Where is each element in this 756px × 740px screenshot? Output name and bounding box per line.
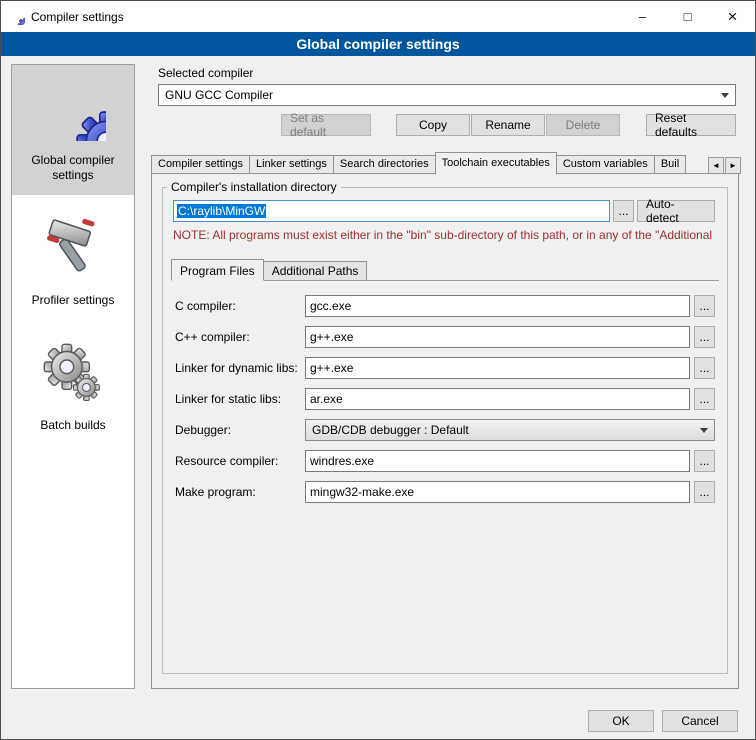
field-label: Debugger: (175, 423, 301, 437)
blue-gear-icon (40, 75, 106, 141)
c-compiler-input[interactable] (305, 295, 690, 317)
sidebar-item-profiler-settings[interactable]: Profiler settings (12, 205, 134, 320)
browse-cpp-compiler-button[interactable]: ... (694, 326, 715, 348)
debugger-value: GDB/CDB debugger : Default (312, 423, 694, 437)
installation-directory-group: Compiler's installation directory C:\ray… (162, 180, 728, 674)
compiler-settings-window: Compiler settings – □ × Global compiler … (0, 0, 756, 740)
browse-directory-button[interactable]: ... (613, 200, 634, 222)
note-text: NOTE: All programs must exist either in … (173, 228, 717, 242)
page-title: Global compiler settings (1, 32, 755, 56)
minimize-button[interactable]: – (620, 1, 665, 32)
delete-button[interactable]: Delete (546, 114, 620, 136)
tabs-region: Compiler settings Linker settings Search… (151, 152, 706, 174)
installation-directory-input[interactable]: C:\raylib\MinGW (173, 200, 610, 222)
tab-custom-variables[interactable]: Custom variables (556, 155, 655, 174)
sidebar-item-global-compiler-settings[interactable]: Global compiler settings (12, 65, 134, 195)
tab-search-directories[interactable]: Search directories (333, 155, 436, 174)
sidebar-item-label: Batch builds (40, 418, 105, 433)
field-label: Make program: (175, 485, 301, 499)
sidebar-item-label: Global compiler settings (15, 153, 131, 183)
main-panel: Selected compiler GNU GCC Compiler Set a… (146, 63, 746, 691)
browse-static-linker-button[interactable]: ... (694, 388, 715, 410)
selected-compiler-value: GNU GCC Compiler (165, 88, 715, 102)
group-label: Compiler's installation directory (167, 180, 341, 194)
browse-c-compiler-button[interactable]: ... (694, 295, 715, 317)
field-row-cpp-compiler: C++ compiler: ... (175, 326, 715, 348)
field-row-dynamic-linker: Linker for dynamic libs: ... (175, 357, 715, 379)
hammer-icon (40, 215, 106, 281)
settings-tabstrip: Compiler settings Linker settings Search… (151, 151, 741, 174)
tab-scroll-left-icon[interactable]: ◄ (708, 157, 724, 174)
static-linker-input[interactable] (305, 388, 690, 410)
selected-compiler-combo[interactable]: GNU GCC Compiler (158, 84, 736, 106)
cpp-compiler-input[interactable] (305, 326, 690, 348)
subtab-additional-paths[interactable]: Additional Paths (263, 261, 368, 280)
browse-make-program-button[interactable]: ... (694, 481, 715, 503)
selected-compiler-label: Selected compiler (158, 66, 253, 80)
window-title: Compiler settings (31, 10, 124, 24)
window-controls: – □ × (620, 1, 755, 32)
field-label: Linker for dynamic libs: (175, 361, 301, 375)
installation-directory-row: C:\raylib\MinGW ... Auto-detect (173, 200, 715, 222)
toolchain-executables-panel: Compiler's installation directory C:\ray… (151, 173, 739, 689)
field-row-make-program: Make program: ... (175, 481, 715, 503)
field-row-c-compiler: C compiler: ... (175, 295, 715, 317)
tab-linker-settings[interactable]: Linker settings (249, 155, 334, 174)
chevron-down-icon (721, 93, 729, 98)
program-fields: C compiler: ... C++ compiler: ... Linker… (163, 281, 727, 503)
browse-resource-compiler-button[interactable]: ... (694, 450, 715, 472)
selected-text: C:\raylib\MinGW (177, 204, 266, 218)
titlebar[interactable]: Compiler settings – □ × (1, 1, 755, 32)
programs-subtabs: Program Files Additional Paths (171, 258, 719, 281)
dialog-footer: OK Cancel (588, 710, 738, 732)
tab-compiler-settings[interactable]: Compiler settings (151, 155, 250, 174)
tab-scroll-arrows: ◄ ► (708, 157, 741, 174)
cancel-button[interactable]: Cancel (662, 710, 738, 732)
settings-sidebar: Global compiler settings Profiler settin… (11, 64, 135, 689)
subtab-program-files[interactable]: Program Files (171, 259, 264, 281)
resource-compiler-input[interactable] (305, 450, 690, 472)
dynamic-linker-input[interactable] (305, 357, 690, 379)
set-as-default-button[interactable]: Set as default (281, 114, 371, 136)
auto-detect-button[interactable]: Auto-detect (637, 200, 715, 222)
field-row-static-linker: Linker for static libs: ... (175, 388, 715, 410)
field-label: C++ compiler: (175, 330, 301, 344)
tab-build-options[interactable]: Buil (654, 155, 686, 174)
sidebar-item-batch-builds[interactable]: Batch builds (12, 330, 134, 445)
field-row-debugger: Debugger: GDB/CDB debugger : Default (175, 419, 715, 441)
close-button[interactable]: × (710, 1, 755, 32)
debugger-combo[interactable]: GDB/CDB debugger : Default (305, 419, 715, 441)
compiler-buttons-row: Set as default Copy Rename Delete Reset … (158, 114, 736, 136)
field-row-resource-compiler: Resource compiler: ... (175, 450, 715, 472)
chevron-down-icon (700, 428, 708, 433)
make-program-input[interactable] (305, 481, 690, 503)
tab-scroll-right-icon[interactable]: ► (725, 157, 741, 174)
ok-button[interactable]: OK (588, 710, 654, 732)
tab-toolchain-executables[interactable]: Toolchain executables (435, 152, 557, 175)
reset-defaults-button[interactable]: Reset defaults (646, 114, 736, 136)
app-gear-icon (9, 9, 25, 25)
gray-gears-icon (40, 340, 106, 406)
browse-dynamic-linker-button[interactable]: ... (694, 357, 715, 379)
sidebar-item-label: Profiler settings (32, 293, 115, 308)
field-label: Linker for static libs: (175, 392, 301, 406)
field-label: C compiler: (175, 299, 301, 313)
copy-button[interactable]: Copy (396, 114, 470, 136)
field-label: Resource compiler: (175, 454, 301, 468)
maximize-button[interactable]: □ (665, 1, 710, 32)
rename-button[interactable]: Rename (471, 114, 545, 136)
